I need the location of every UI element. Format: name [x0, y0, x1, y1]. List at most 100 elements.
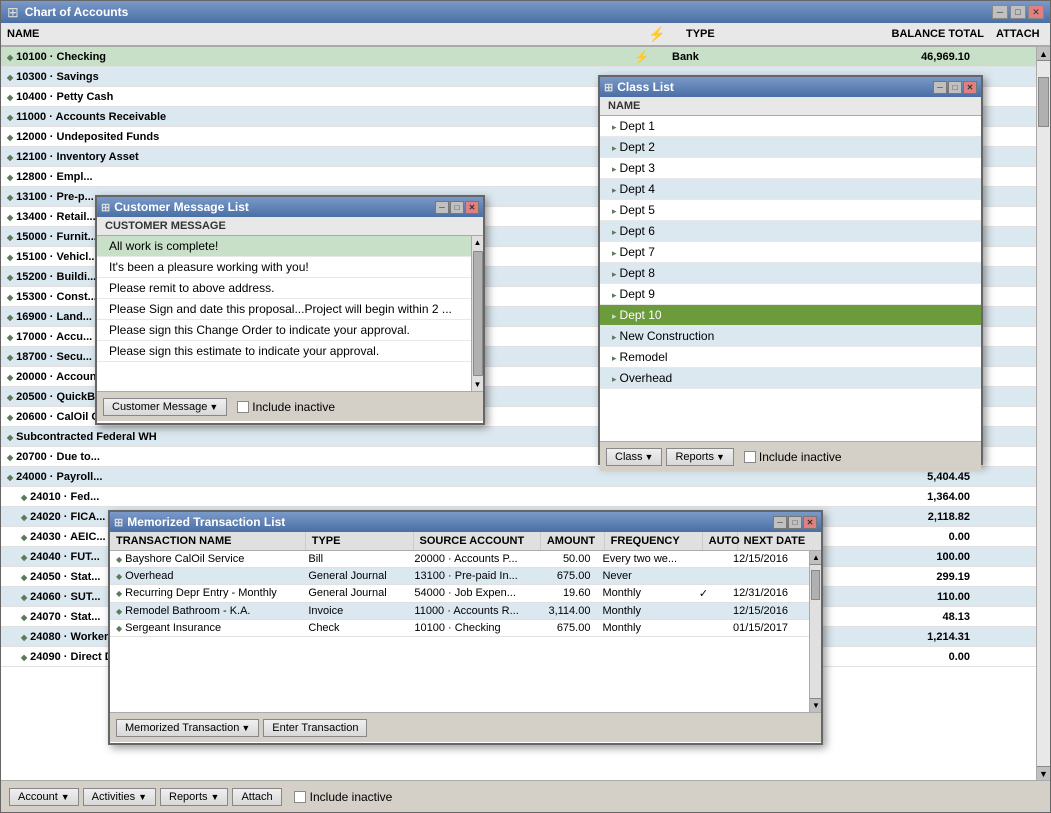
list-item[interactable]: Dept 8 — [600, 263, 981, 284]
mtl-scroll-up[interactable]: ▲ — [810, 551, 821, 565]
reports-dropdown-btn[interactable]: Reports ▼ — [666, 448, 733, 466]
list-item[interactable]: New Construction — [600, 326, 981, 347]
list-item[interactable]: Please Sign and date this proposal...Pro… — [97, 299, 471, 320]
activities-button[interactable]: Activities ▼ — [83, 788, 156, 806]
maximize-button[interactable]: □ — [1010, 5, 1026, 19]
scrollbar-thumb[interactable] — [1038, 77, 1049, 127]
list-item[interactable]: Dept 2 — [600, 137, 981, 158]
cml-scroll-down[interactable]: ▼ — [472, 378, 484, 391]
main-container: ⊞ Chart of Accounts ─ □ ✕ NAME ⚡ TYPE BA… — [0, 0, 1051, 813]
list-item[interactable]: Dept 3 — [600, 158, 981, 179]
include-inactive-label: Include inactive — [310, 790, 393, 804]
class-list-window: ⊞ Class List ─ □ ✕ NAME Dept 1 Dept 2 De… — [598, 75, 983, 465]
list-item[interactable]: All work is complete! — [97, 236, 471, 257]
enter-transaction-button[interactable]: Enter Transaction — [263, 719, 367, 737]
cml-list[interactable]: All work is complete! It's been a pleasu… — [97, 236, 471, 391]
mtl-col-freq-header: FREQUENCY — [605, 532, 703, 550]
minimize-button[interactable]: ─ — [992, 5, 1008, 19]
scroll-up-button[interactable]: ▲ — [1037, 47, 1050, 61]
mtl-scrollbar[interactable]: ▲ ▼ — [809, 551, 821, 712]
cml-column-header: CUSTOMER MESSAGE — [97, 217, 483, 236]
include-inactive-checkbox[interactable] — [294, 791, 306, 803]
account-dropdown-arrow: ▼ — [61, 792, 70, 802]
table-row[interactable]: Overhead General Journal 13100 · Pre-pai… — [110, 568, 809, 585]
list-item[interactable]: Dept 1 — [600, 116, 981, 137]
cml-scrollbar[interactable]: ▲ ▼ — [471, 236, 483, 391]
cml-close[interactable]: ✕ — [465, 201, 479, 214]
account-button[interactable]: Account ▼ — [9, 788, 79, 806]
reports-dropdown-arrow: ▼ — [211, 792, 220, 802]
mtl-close[interactable]: ✕ — [803, 516, 817, 529]
table-row[interactable]: Sergeant Insurance Check 10100 · Checkin… — [110, 620, 809, 637]
list-item[interactable]: Please sign this estimate to indicate yo… — [97, 341, 471, 362]
cml-include-inactive-checkbox[interactable] — [237, 401, 249, 413]
mtl-footer: Memorized Transaction ▼ Enter Transactio… — [110, 712, 821, 742]
table-row[interactable]: Remodel Bathroom - K.A. Invoice 11000 · … — [110, 603, 809, 620]
cl-controls: ─ □ ✕ — [933, 81, 977, 94]
cml-maximize[interactable]: □ — [450, 201, 464, 214]
vertical-scrollbar[interactable]: ▲ ▼ — [1036, 47, 1050, 780]
mtl-col-amount-header: AMOUNT — [541, 532, 605, 550]
memorized-transaction-dropdown-btn[interactable]: Memorized Transaction ▼ — [116, 719, 259, 737]
list-item[interactable]: It's been a pleasure working with you! — [97, 257, 471, 278]
list-item[interactable]: Dept 9 — [600, 284, 981, 305]
list-item[interactable]: Dept 7 — [600, 242, 981, 263]
list-item[interactable]: Overhead — [600, 368, 981, 389]
mtl-headers: TRANSACTION NAME TYPE SOURCE ACCOUNT AMO… — [110, 532, 821, 551]
table-row[interactable]: 10100 · Checking ⚡ Bank 46,969.10 — [1, 47, 1036, 67]
col-type-header: TYPE — [680, 25, 860, 43]
cml-title-bar: ⊞ Customer Message List ─ □ ✕ — [97, 197, 483, 217]
list-item[interactable]: Dept 5 — [600, 200, 981, 221]
cml-include-inactive: Include inactive — [237, 400, 335, 414]
cl-footer: Class ▼ Reports ▼ Include inactive — [600, 441, 981, 471]
lightning-icon: ⚡ — [648, 26, 665, 42]
cml-content-area: All work is complete! It's been a pleasu… — [97, 236, 483, 391]
cl-include-inactive: Include inactive — [744, 450, 842, 464]
cml-scrollbar-thumb[interactable] — [473, 251, 483, 376]
list-item[interactable]: Dept 6 — [600, 221, 981, 242]
scroll-down-button[interactable]: ▼ — [1037, 766, 1050, 780]
account-name: 10100 · Checking — [1, 48, 630, 66]
customer-message-dropdown-btn[interactable]: Customer Message ▼ — [103, 398, 227, 416]
table-row[interactable]: 24010 · Fed... 1,364.00 — [1, 487, 1036, 507]
mtl-scrollbar-track — [810, 565, 821, 698]
activities-label: Activities — [92, 791, 135, 803]
table-row[interactable]: Recurring Depr Entry - Monthly General J… — [110, 585, 809, 603]
cl-include-inactive-checkbox[interactable] — [744, 451, 756, 463]
list-item[interactable]: Dept 4 — [600, 179, 981, 200]
mtl-minimize[interactable]: ─ — [773, 516, 787, 529]
account-label: Account — [18, 791, 58, 803]
mtl-rows[interactable]: Bayshore CalOil Service Bill 20000 · Acc… — [110, 551, 809, 712]
cl-minimize[interactable]: ─ — [933, 81, 947, 94]
cl-title-bar: ⊞ Class List ─ □ ✕ — [600, 77, 981, 97]
list-item[interactable]: Please sign this Change Order to indicat… — [97, 320, 471, 341]
mtl-title: Memorized Transaction List — [127, 515, 285, 529]
title-bar-controls: ─ □ ✕ — [992, 5, 1044, 19]
coa-footer: Account ▼ Activities ▼ Reports ▼ Attach … — [1, 780, 1050, 812]
mtl-title-bar: ⊞ Memorized Transaction List ─ □ ✕ — [110, 512, 821, 532]
list-item[interactable]: Remodel — [600, 347, 981, 368]
reports-button[interactable]: Reports ▼ — [160, 788, 228, 806]
cml-minimize[interactable]: ─ — [435, 201, 449, 214]
table-row[interactable]: Bayshore CalOil Service Bill 20000 · Acc… — [110, 551, 809, 568]
cml-include-inactive-label: Include inactive — [252, 400, 335, 414]
mtl-scroll-down[interactable]: ▼ — [810, 698, 821, 712]
list-item[interactable]: ▸Dept 10 — [600, 305, 981, 326]
class-dropdown-btn[interactable]: Class ▼ — [606, 448, 662, 466]
mtl-maximize[interactable]: □ — [788, 516, 802, 529]
attach-button[interactable]: Attach — [232, 788, 281, 806]
cml-scroll-up[interactable]: ▲ — [472, 236, 484, 249]
mtl-scrollbar-thumb[interactable] — [811, 570, 820, 600]
attach-label: Attach — [241, 791, 272, 803]
list-item[interactable]: Please remit to above address. — [97, 278, 471, 299]
cl-maximize[interactable]: □ — [948, 81, 962, 94]
cl-list[interactable]: Dept 1 Dept 2 Dept 3 Dept 4 Dept 5 Dept … — [600, 116, 981, 441]
customer-message-list-window: ⊞ Customer Message List ─ □ ✕ CUSTOMER M… — [95, 195, 485, 425]
cl-reports-arrow: ▼ — [716, 452, 725, 462]
close-button[interactable]: ✕ — [1028, 5, 1044, 19]
mtl-col-name-header: TRANSACTION NAME — [110, 532, 306, 550]
main-title: Chart of Accounts — [25, 5, 129, 19]
col-attach-header: ATTACH — [990, 25, 1050, 43]
customer-message-dropdown-label: Customer Message — [112, 401, 207, 413]
cl-close[interactable]: ✕ — [963, 81, 977, 94]
